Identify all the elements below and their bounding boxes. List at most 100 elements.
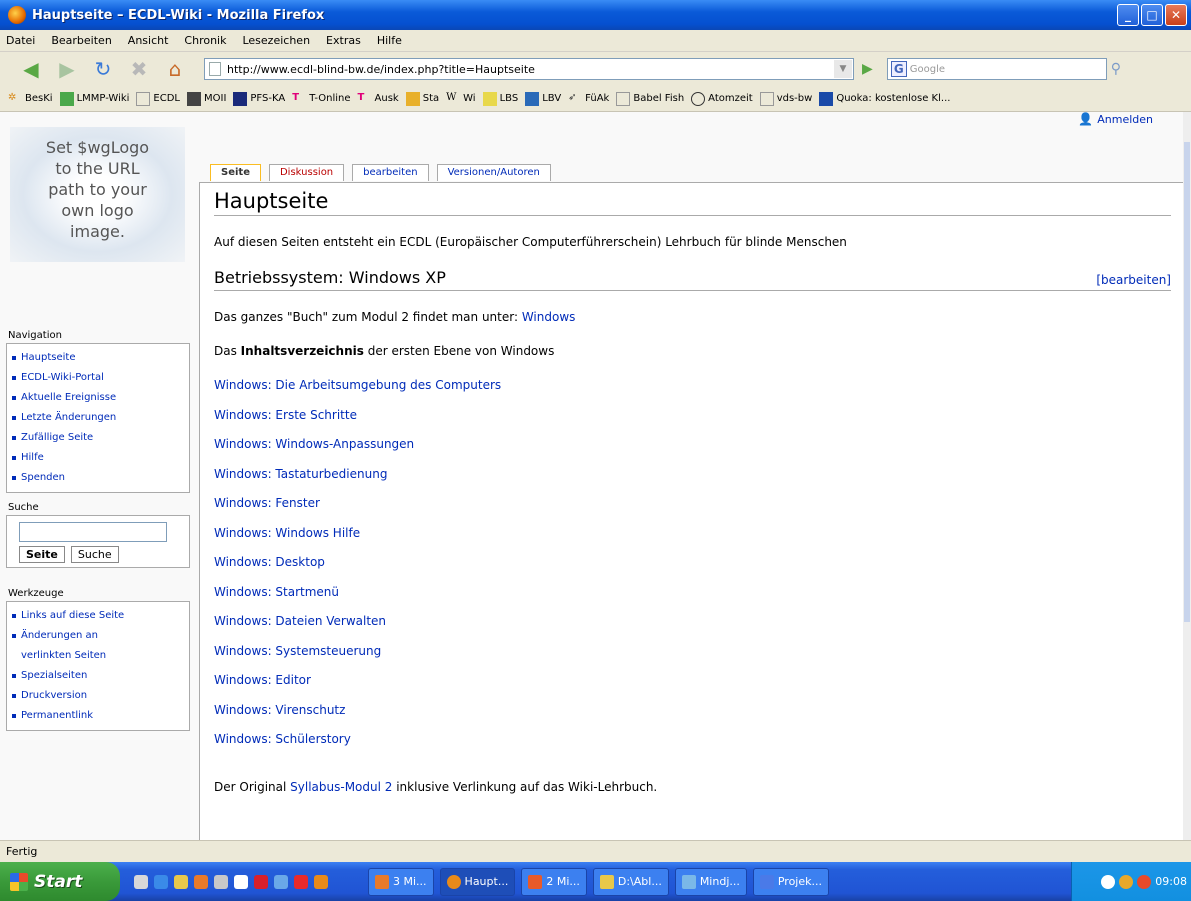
menu-datei[interactable]: Datei [6, 34, 35, 47]
login-link[interactable]: Anmelden [1097, 113, 1153, 126]
quicklaunch-icon[interactable] [134, 874, 148, 889]
menu-ansicht[interactable]: Ansicht [128, 34, 169, 47]
book-paragraph: Das ganzes "Buch" zum Modul 2 findet man… [214, 310, 576, 324]
page-tabs: Seite Diskussion bearbeiten Versionen/Au… [210, 164, 551, 181]
chapter-link[interactable]: Windows: Virenschutz [214, 702, 1171, 732]
section-edit-link[interactable]: [bearbeiten] [1096, 273, 1171, 287]
app-icon[interactable] [294, 874, 308, 889]
syllabus-link[interactable]: Syllabus-Modul 2 [290, 780, 392, 794]
bookmark[interactable]: LBV [525, 91, 561, 106]
bookmark[interactable]: T Ausk [358, 92, 399, 106]
url-dropdown-icon[interactable]: ▼ [834, 60, 852, 78]
chapter-link[interactable]: Windows: Fenster [214, 495, 1171, 525]
maximize-button[interactable]: □ [1141, 4, 1163, 26]
bookmark[interactable]: ECDL [136, 91, 180, 106]
url-bar[interactable]: http://www.ecdl-blind-bw.de/index.php?ti… [204, 58, 854, 80]
forward-icon[interactable]: ▶ [54, 56, 80, 82]
sidebar-item-zufall[interactable]: Zufällige Seite [11, 428, 183, 448]
chapter-link[interactable]: Windows: Dateien Verwalten [214, 613, 1171, 643]
menu-lesezeichen[interactable]: Lesezeichen [242, 34, 310, 47]
tool-druckversion[interactable]: Druckversion [11, 686, 183, 706]
tool-permanentlink[interactable]: Permanentlink [11, 706, 183, 726]
search-bar[interactable]: G Google [886, 58, 1107, 80]
bookmark[interactable]: LBS [482, 91, 518, 106]
chapter-link[interactable]: Windows: Windows Hilfe [214, 525, 1171, 555]
taskbar-item[interactable]: Mindj... [674, 867, 747, 896]
windows-link[interactable]: Windows [522, 310, 576, 324]
ie-icon[interactable] [154, 874, 168, 889]
chapter-link[interactable]: Windows: Windows-Anpassungen [214, 436, 1171, 466]
google-icon[interactable]: G [890, 61, 907, 77]
go-icon[interactable]: ▶ [862, 61, 873, 77]
taskbar-item[interactable]: D:\Abl... [592, 867, 669, 896]
bookmark[interactable]: LMMP-Wiki [59, 91, 129, 106]
taskbar-item[interactable]: Haupt... [439, 867, 516, 896]
bookmark[interactable]: Sta [405, 91, 439, 106]
tab-bearbeiten[interactable]: bearbeiten [352, 164, 429, 181]
chapter-link[interactable]: Windows: Editor [214, 672, 1171, 702]
close-button[interactable]: ✕ [1165, 4, 1187, 26]
sidebar-item-spenden[interactable]: Spenden [11, 468, 183, 488]
chapter-link[interactable]: Windows: Startmenü [214, 584, 1171, 614]
tray-icon[interactable] [1119, 874, 1134, 889]
chapter-link[interactable]: Windows: Tastaturbedienung [214, 466, 1171, 496]
bookmark[interactable]: ✲ BesKi [8, 92, 53, 106]
chapter-list: Windows: Die Arbeitsumgebung des Compute… [214, 377, 1171, 761]
minimize-button[interactable]: _ [1117, 4, 1139, 26]
tool-whatlinkshere[interactable]: Links auf diese Seite [11, 606, 183, 626]
chapter-link[interactable]: Windows: Desktop [214, 554, 1171, 584]
app-icon[interactable] [214, 874, 228, 889]
sidebar-item-aenderungen[interactable]: Letzte Änderungen [11, 408, 183, 428]
tool-recentchanges[interactable]: Änderungen an verlinkten Seiten [11, 626, 183, 666]
tab-versionen[interactable]: Versionen/Autoren [436, 164, 551, 181]
search-go-button[interactable]: Seite [19, 546, 65, 563]
folder-icon[interactable] [174, 874, 188, 889]
menu-bearbeiten[interactable]: Bearbeiten [51, 34, 111, 47]
bookmark[interactable]: Atomzeit [691, 91, 753, 106]
status-text: Fertig [6, 845, 38, 858]
menu-hilfe[interactable]: Hilfe [377, 34, 402, 47]
start-button[interactable]: Start [0, 862, 120, 901]
sidebar-item-portal[interactable]: ECDL-Wiki-Portal [11, 368, 183, 388]
bookmark[interactable]: Quoka: kostenlose Kl... [819, 91, 950, 106]
reload-icon[interactable]: ↻ [90, 56, 116, 82]
tab-seite[interactable]: Seite [210, 164, 261, 181]
taskbar-item[interactable]: 3 Mi... [368, 867, 434, 896]
bookmark[interactable]: T T-Online [292, 92, 350, 106]
bookmark[interactable]: W Wi [446, 92, 475, 106]
sidebar-item-hauptseite[interactable]: Hauptseite [11, 348, 183, 368]
vertical-scrollbar[interactable] [1183, 112, 1191, 840]
tray-icon[interactable] [1101, 874, 1116, 889]
taskbar-item[interactable]: 2 Mi... [521, 867, 587, 896]
sidebar-item-ereignisse[interactable]: Aktuelle Ereignisse [11, 388, 183, 408]
site-logo[interactable]: Set $wgLogo to the URL path to your own … [10, 127, 185, 262]
bookmark[interactable]: MOII [187, 91, 226, 106]
bookmark[interactable]: Babel Fish [616, 91, 684, 106]
tab-diskussion[interactable]: Diskussion [268, 164, 345, 181]
chapter-link[interactable]: Windows: Systemsteuerung [214, 643, 1171, 673]
menu-chronik[interactable]: Chronik [184, 34, 226, 47]
home-icon[interactable]: ⌂ [162, 56, 188, 82]
back-icon[interactable]: ◀ [18, 56, 44, 82]
firefox-icon[interactable] [314, 874, 328, 889]
taskbar-item[interactable]: Projek... [752, 867, 829, 896]
app-icon[interactable] [254, 874, 268, 889]
sidebar-search-input[interactable] [19, 522, 167, 542]
chapter-link[interactable]: Windows: Erste Schritte [214, 407, 1171, 437]
bookmark[interactable]: vds-bw [759, 91, 812, 106]
chapter-link[interactable]: Windows: Schülerstory [214, 731, 1171, 761]
app-icon[interactable] [234, 874, 248, 889]
tray-icon[interactable] [1137, 874, 1152, 889]
user-icon: 👤 [1078, 112, 1094, 126]
app-icon[interactable] [194, 874, 208, 889]
sidebar-item-hilfe[interactable]: Hilfe [11, 448, 183, 468]
menu-extras[interactable]: Extras [326, 34, 361, 47]
bookmark[interactable]: ➶ FüAk [568, 92, 609, 106]
stop-icon[interactable]: ✖ [126, 56, 152, 82]
tool-spezialseiten[interactable]: Spezialseiten [11, 666, 183, 686]
bookmark[interactable]: PFS-KA [233, 91, 285, 106]
chapter-link[interactable]: Windows: Die Arbeitsumgebung des Compute… [214, 377, 1171, 407]
search-magnifier-icon[interactable]: ⚲ [1111, 61, 1121, 77]
app-icon[interactable] [274, 874, 288, 889]
search-button[interactable]: Suche [70, 546, 119, 563]
